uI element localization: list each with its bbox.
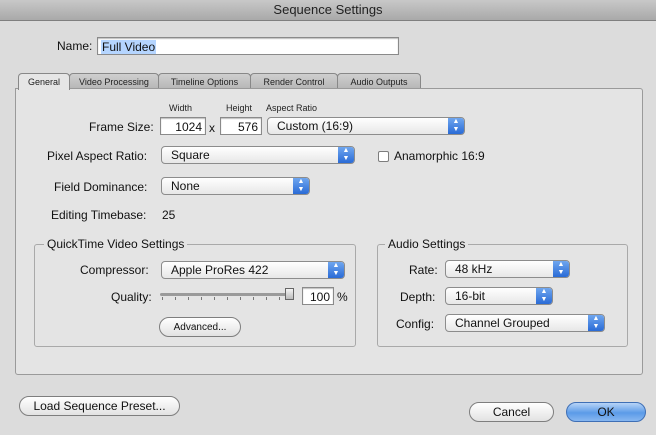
slider-tick [188, 297, 189, 300]
pixel-aspect-label: Pixel Aspect Ratio: [47, 149, 148, 163]
quality-field[interactable]: 100 [302, 287, 334, 305]
updown-arrows-icon: ▲ ▼ [293, 178, 309, 194]
rate-value: 48 kHz [455, 262, 493, 276]
quality-slider-track [160, 293, 294, 296]
slider-tick [240, 297, 241, 300]
anamorphic-label: Anamorphic 16:9 [394, 149, 485, 163]
load-sequence-preset-button[interactable]: Load Sequence Preset... [19, 396, 180, 416]
audio-settings-title: Audio Settings [385, 237, 469, 251]
width-field[interactable]: 1024 [160, 117, 206, 135]
config-label: Config: [396, 317, 435, 331]
editing-timebase-label: Editing Timebase: [51, 208, 147, 222]
tab-general[interactable]: General [18, 73, 70, 90]
slider-tick [201, 297, 202, 300]
anamorphic-checkbox[interactable] [378, 151, 389, 162]
name-value: Full Video [101, 40, 157, 54]
ok-button[interactable]: OK [566, 402, 646, 422]
rate-label: Rate: [409, 263, 438, 277]
compressor-label: Compressor: [80, 263, 149, 277]
slider-tick [227, 297, 228, 300]
pixel-aspect-value: Square [171, 148, 210, 162]
editing-timebase-value: 25 [162, 208, 176, 222]
rate-select[interactable]: 48 kHz ▲ ▼ [445, 260, 570, 278]
pixel-aspect-select[interactable]: Square ▲ ▼ [161, 146, 355, 164]
height-header: Height [226, 103, 253, 113]
aspect-ratio-select[interactable]: Custom (16:9) ▲ ▼ [267, 117, 465, 135]
config-select[interactable]: Channel Grouped ▲ ▼ [445, 314, 605, 332]
slider-tick [175, 297, 176, 300]
slider-tick [162, 297, 163, 300]
field-dominance-label: Field Dominance: [54, 180, 148, 194]
aspect-ratio-header: Aspect Ratio [266, 103, 318, 113]
slider-tick [266, 297, 267, 300]
depth-label: Depth: [400, 290, 436, 304]
name-label: Name: [57, 39, 93, 53]
frame-size-label: Frame Size: [89, 120, 154, 134]
advanced-button[interactable]: Advanced... [159, 317, 241, 337]
updown-arrows-icon: ▲ ▼ [338, 147, 354, 163]
updown-arrows-icon: ▲ ▼ [448, 118, 464, 134]
updown-arrows-icon: ▲ ▼ [588, 315, 604, 331]
depth-select[interactable]: 16-bit ▲ ▼ [445, 287, 553, 305]
slider-tick [279, 297, 280, 300]
quality-unit: % [337, 290, 348, 304]
updown-arrows-icon: ▲ ▼ [553, 261, 569, 277]
config-value: Channel Grouped [455, 316, 550, 330]
quality-slider-thumb[interactable] [285, 288, 294, 300]
quality-slider[interactable] [158, 286, 298, 302]
slider-tick [214, 297, 215, 300]
slider-tick [253, 297, 254, 300]
field-dominance-select[interactable]: None ▲ ▼ [161, 177, 310, 195]
compressor-select[interactable]: Apple ProRes 422 ▲ ▼ [161, 261, 345, 279]
quality-label: Quality: [111, 290, 152, 304]
compressor-value: Apple ProRes 422 [171, 263, 269, 277]
depth-value: 16-bit [455, 289, 486, 303]
height-field[interactable]: 576 [220, 117, 262, 135]
aspect-ratio-value: Custom (16:9) [277, 119, 354, 133]
field-dominance-value: None [171, 179, 200, 193]
window-title: Sequence Settings [273, 2, 383, 17]
quicktime-settings-title: QuickTime Video Settings [44, 237, 188, 251]
updown-arrows-icon: ▲ ▼ [328, 262, 344, 278]
updown-arrows-icon: ▲ ▼ [536, 288, 552, 304]
name-field[interactable]: Full Video [97, 37, 399, 55]
times-symbol: x [209, 121, 215, 135]
width-header: Width [169, 103, 193, 113]
cancel-button[interactable]: Cancel [469, 402, 554, 422]
